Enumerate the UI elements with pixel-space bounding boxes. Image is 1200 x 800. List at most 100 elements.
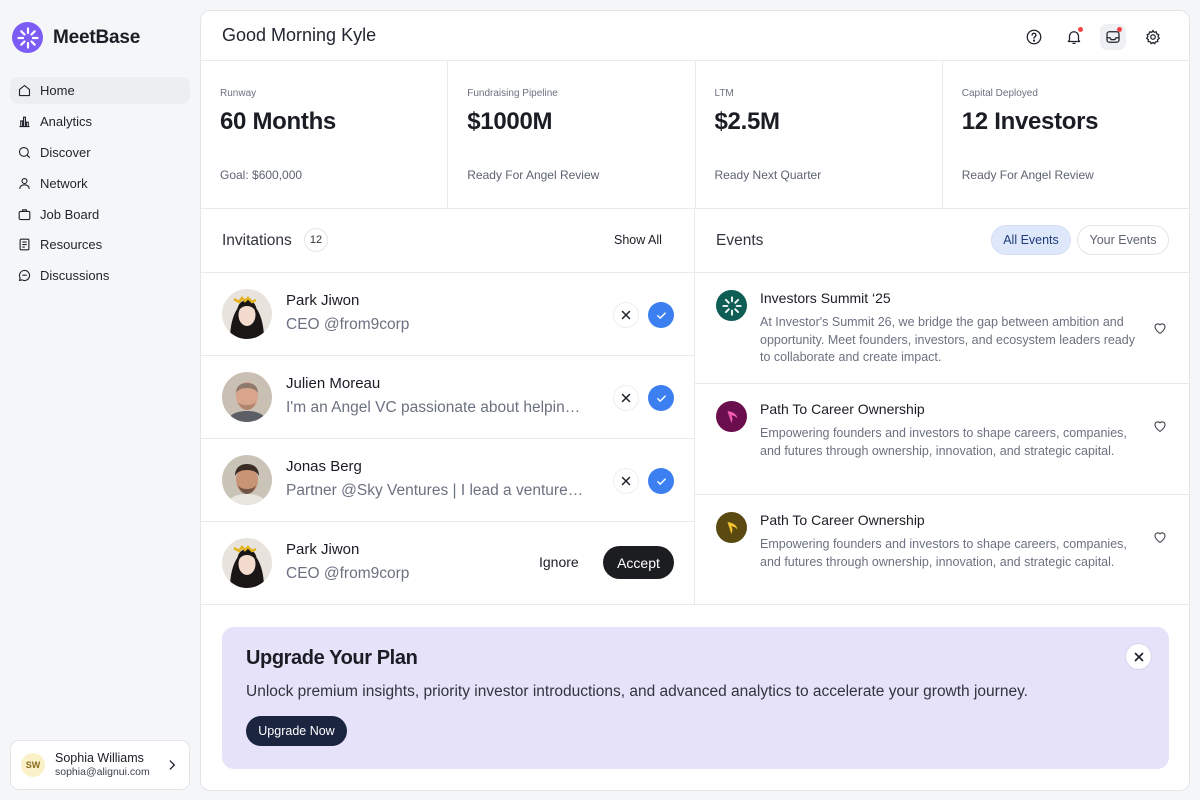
avatar[interactable] (222, 289, 272, 339)
sidebar-item-discussions[interactable]: Discussions (10, 262, 190, 289)
stat-sub: Goal: $600,000 (220, 168, 303, 182)
avatar[interactable] (222, 372, 272, 422)
chevron-right-icon (169, 760, 175, 770)
events-panel: Events All Events Your Events Investors … (695, 209, 1189, 606)
sidebar-item-label: Discussions (40, 268, 110, 284)
upgrade-text: Unlock premium insights, priority invest… (246, 683, 1028, 700)
avatar[interactable] (222, 455, 272, 505)
user-name: Sophia Williams (55, 750, 144, 765)
sidebar-item-label: Job Board (40, 206, 100, 222)
close-banner-button[interactable] (1125, 643, 1152, 670)
invitation-name: Park Jiwon (286, 292, 360, 309)
search-icon (18, 146, 31, 158)
sunburst-logo-icon (12, 22, 43, 53)
show-all-link[interactable]: Show All (614, 233, 662, 247)
stat-capital-deployed: Capital Deployed 12 Investors Ready For … (943, 61, 1189, 208)
stat-value: 60 Months (220, 108, 336, 135)
accept-button[interactable] (648, 302, 674, 328)
heart-icon[interactable] (1152, 418, 1168, 434)
tab-all-events[interactable]: All Events (991, 225, 1071, 255)
heart-icon[interactable] (1152, 320, 1168, 336)
check-icon (656, 311, 666, 319)
invitation-name: Jonas Berg (286, 458, 362, 475)
book-icon (19, 239, 30, 251)
stat-sub: Ready For Angel Review (467, 168, 600, 182)
sidebar-item-label: Network (40, 175, 88, 191)
tab-your-events[interactable]: Your Events (1077, 225, 1169, 255)
invitations-panel: Invitations 12 Show All Park Jiwon CEO @… (201, 209, 695, 605)
notifications-button[interactable] (1061, 24, 1087, 50)
stat-runway: Runway 60 Months Goal: $600,000 (201, 61, 449, 208)
event-title: Path To Career Ownership (760, 512, 925, 528)
briefcase-icon (18, 208, 31, 220)
inbox-button[interactable] (1100, 24, 1126, 50)
invitation-row: Jonas Berg Partner @Sky Ventures | I lea… (201, 439, 694, 522)
ignore-button[interactable]: Ignore (539, 554, 579, 570)
accept-button[interactable]: Accept (603, 546, 674, 579)
main-panel: Good Morning Kyle Runway 60 Months Goal:… (200, 10, 1190, 791)
page-title: Good Morning Kyle (222, 25, 377, 45)
user-email: sophia@alignui.com (55, 766, 150, 779)
stat-fundraising-pipeline: Fundraising Pipeline $1000M Ready For An… (448, 61, 696, 208)
decline-button[interactable] (613, 385, 639, 411)
sidebar-item-label: Analytics (40, 113, 93, 129)
user-profile-card[interactable]: SW Sophia Williams sophia@alignui.com (10, 740, 190, 790)
bar-chart-icon (19, 116, 30, 127)
sidebar-item-analytics[interactable]: Analytics (10, 108, 190, 135)
event-row[interactable]: Path To Career Ownership Empowering foun… (695, 384, 1189, 495)
event-row[interactable]: Investors Summit ‘25 At Investor's Summi… (695, 273, 1189, 384)
chat-icon (18, 270, 31, 282)
home-icon (18, 84, 31, 97)
invitation-role: CEO @from9corp (286, 316, 410, 333)
sidebar-item-discover[interactable]: Discover (10, 139, 190, 166)
inbox-dot (1117, 27, 1122, 32)
heart-icon[interactable] (1152, 529, 1168, 545)
event-title: Path To Career Ownership (760, 401, 925, 417)
decline-button[interactable] (613, 468, 639, 494)
stat-label: Capital Deployed (961, 88, 1038, 99)
stat-sub: Ready Next Quarter (714, 168, 822, 182)
avatar: SW (21, 753, 45, 777)
stat-sub: Ready For Angel Review (961, 168, 1094, 182)
sidebar-item-label: Discover (40, 144, 91, 160)
invitations-header: Invitations 12 Show All (201, 209, 694, 273)
accept-button[interactable] (648, 468, 674, 494)
sidebar-nav: Home Analytics Discover Network Job Boar… (10, 77, 190, 293)
avatar[interactable] (222, 538, 272, 588)
stat-label: Runway (220, 88, 257, 99)
event-description: Empowering founders and investors to sha… (760, 537, 1127, 569)
settings-button[interactable] (1140, 24, 1166, 50)
events-header: Events All Events Your Events (695, 209, 1189, 273)
upgrade-banner: Upgrade Your Plan Unlock premium insight… (222, 627, 1169, 769)
stat-value: $2.5M (714, 108, 781, 135)
invitation-role: Partner @Sky Ventures | I lead a venture… (286, 482, 586, 499)
invitations-title: Invitations (222, 232, 292, 249)
decline-button[interactable] (613, 302, 639, 328)
event-row[interactable]: Path To Career Ownership Empowering foun… (695, 495, 1189, 606)
stat-label: Fundraising Pipeline (467, 88, 558, 99)
sidebar-item-home[interactable]: Home (10, 77, 190, 104)
sidebar-item-resources[interactable]: Resources (10, 231, 190, 258)
brand[interactable]: MeetBase (12, 22, 140, 53)
invitation-row: Park Jiwon CEO @from9corp (201, 273, 694, 356)
gear-icon (1145, 29, 1161, 45)
close-icon (621, 393, 631, 403)
close-icon (1134, 652, 1143, 661)
close-icon (621, 310, 631, 320)
sidebar-item-job-board[interactable]: Job Board (10, 201, 190, 228)
upgrade-now-button[interactable]: Upgrade Now (246, 716, 347, 746)
event-logo-icon (716, 512, 747, 543)
invitation-name: Park Jiwon (286, 541, 360, 558)
check-icon (656, 477, 666, 485)
stat-value: 12 Investors (961, 108, 1099, 135)
invitation-role: CEO @from9corp (286, 565, 410, 582)
page-header: Good Morning Kyle (201, 11, 1189, 61)
user-icon (19, 177, 30, 189)
invitations-count-badge: 12 (304, 228, 328, 252)
help-button[interactable] (1021, 24, 1047, 50)
accept-button[interactable] (648, 385, 674, 411)
help-icon (1026, 29, 1042, 45)
events-title: Events (716, 232, 764, 249)
sidebar-item-network[interactable]: Network (10, 170, 190, 197)
stat-label: LTM (714, 88, 734, 99)
